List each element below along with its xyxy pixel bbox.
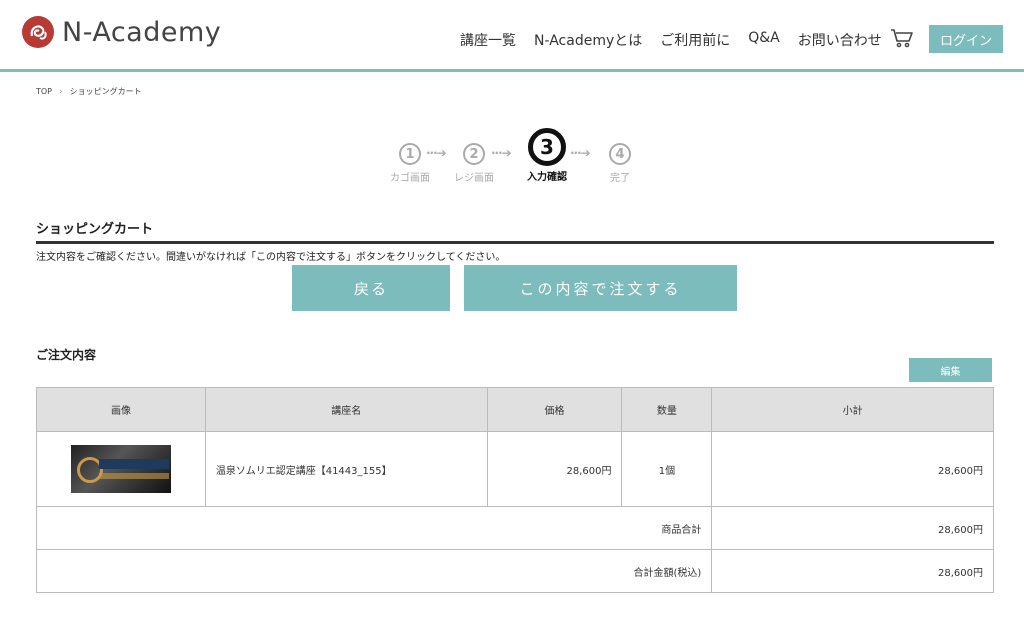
grand-total-row: 合計金額(税込) 28,600円 xyxy=(35,549,994,593)
step-2: 2 レジ画面 xyxy=(453,143,495,184)
breadcrumb-current: ショッピングカート xyxy=(69,87,142,96)
step-1: 1 カゴ画面 xyxy=(389,143,431,184)
divider xyxy=(36,241,994,244)
product-image-cell xyxy=(36,431,206,507)
step-label: 入力確認 xyxy=(527,172,567,183)
cart-icon[interactable] xyxy=(890,28,914,48)
login-button[interactable]: ログイン xyxy=(929,25,1003,53)
quantity-cell: 1個 xyxy=(621,431,713,507)
step-number: 1 xyxy=(399,143,421,165)
grand-total-value: 28,600円 xyxy=(711,549,994,593)
subtotal-cell: 28,600円 xyxy=(711,431,994,507)
site-logo[interactable]: N-Academy xyxy=(22,16,221,48)
course-name-cell: 温泉ソムリエ認定講座【41443_155】 xyxy=(204,431,488,507)
step-number: 2 xyxy=(463,143,485,165)
arrow-right-icon: ···➔ xyxy=(491,146,512,160)
page-title: ショッピングカート xyxy=(36,222,154,237)
step-number: 3 xyxy=(528,128,566,166)
step-number: 4 xyxy=(609,143,631,165)
column-header-price: 価格 xyxy=(486,387,623,432)
column-header-course: 講座名 xyxy=(204,387,488,432)
logo-mark-icon xyxy=(22,16,54,48)
nav-item-courses[interactable]: 講座一覧 xyxy=(460,30,516,50)
grand-total-label: 合計金額(税込) xyxy=(35,549,713,593)
step-label: レジ画面 xyxy=(454,173,494,184)
step-label: カゴ画面 xyxy=(390,173,430,184)
arrow-right-icon: ···➔ xyxy=(426,146,447,160)
arrow-right-icon: ···➔ xyxy=(570,146,591,160)
table-header-row: 画像 講座名 価格 数量 小計 xyxy=(36,387,994,432)
nav-item-qa[interactable]: Q&A xyxy=(748,30,780,50)
table-row: 温泉ソムリエ認定講座【41443_155】 28,600円 1個 28,600円 xyxy=(36,431,994,507)
step-3: 3 入力確認 xyxy=(522,128,572,183)
nav-item-about[interactable]: N-Academyとは xyxy=(534,30,642,50)
logo-text: N-Academy xyxy=(62,16,222,48)
checkout-steps: 1 カゴ画面 ···➔ 2 レジ画面 ···➔ 3 入力確認 ···➔ 4 完了 xyxy=(0,128,1024,188)
site-header: N-Academy 講座一覧 N-Academyとは ご利用前に Q&A お問い… xyxy=(0,0,1024,72)
product-total-value: 28,600円 xyxy=(711,506,994,550)
nav-item-contact[interactable]: お問い合わせ xyxy=(798,30,882,50)
back-button[interactable]: 戻る xyxy=(292,265,450,311)
order-section-title: ご注文内容 xyxy=(36,348,97,362)
place-order-button[interactable]: この内容で注文する xyxy=(464,265,737,311)
price-cell: 28,600円 xyxy=(486,431,623,507)
chevron-right-icon: › xyxy=(59,86,63,97)
edit-button[interactable]: 編集 xyxy=(909,358,992,382)
breadcrumb: TOP › ショッピングカート xyxy=(36,86,142,97)
column-header-quantity: 数量 xyxy=(621,387,713,432)
product-total-label: 商品合計 xyxy=(35,506,713,550)
main-nav: 講座一覧 N-Academyとは ご利用前に Q&A お問い合わせ xyxy=(460,30,882,50)
order-table: 画像 講座名 価格 数量 小計 温泉ソムリエ認定講座【41443_155】 28… xyxy=(35,387,994,593)
step-4: 4 完了 xyxy=(599,143,641,184)
column-header-subtotal: 小計 xyxy=(711,387,994,432)
product-thumbnail[interactable] xyxy=(70,445,171,493)
breadcrumb-home[interactable]: TOP xyxy=(36,87,52,96)
product-total-row: 商品合計 28,600円 xyxy=(35,506,994,550)
column-header-image: 画像 xyxy=(36,387,206,432)
step-label: 完了 xyxy=(610,173,630,184)
instruction-text: 注文内容をご確認ください。間違いがなければ「この内容で注文する」ボタンをクリック… xyxy=(36,252,506,263)
nav-item-before-use[interactable]: ご利用前に xyxy=(660,30,730,50)
